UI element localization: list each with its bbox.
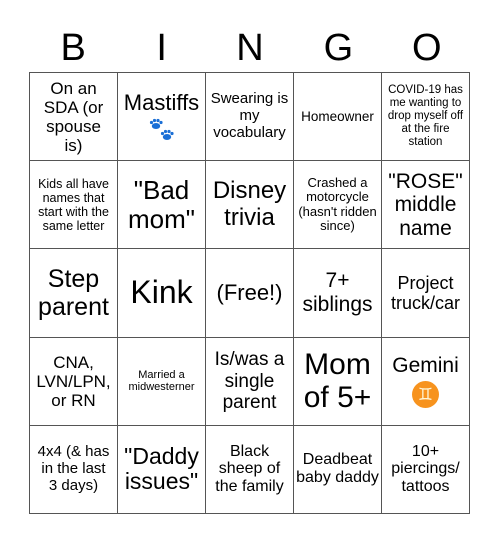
bingo-cell[interactable]: Deadbeat baby daddy: [294, 425, 382, 514]
bingo-cell[interactable]: "Daddy issues": [118, 425, 206, 514]
cell-text: Crashed a motorcycle (hasn't ridden sinc…: [298, 174, 377, 234]
cell-text: Homeowner: [301, 109, 374, 125]
bingo-cell[interactable]: Kids all have names that start with the …: [30, 161, 118, 250]
cell-text: "Daddy issues": [124, 442, 199, 495]
bingo-cell[interactable]: Mom of 5+: [294, 337, 382, 426]
cell-text: (Free!): [216, 279, 283, 305]
cell-text: On an SDA (or spouse is): [43, 78, 104, 155]
cell-text: 7+ siblings: [302, 269, 373, 316]
cell-text: Kids all have names that start with the …: [38, 176, 109, 233]
bingo-cell[interactable]: Project truck/car: [382, 249, 470, 338]
bingo-cell[interactable]: Crashed a motorcycle (hasn't ridden sinc…: [294, 161, 382, 250]
cell-text: Gemini: [392, 353, 459, 377]
bingo-card-grid: On an SDA (or spouse is) Mastiffs Sweari…: [29, 72, 470, 514]
cell-text: Black sheep of the family: [215, 442, 284, 496]
header-letter-b: B: [60, 27, 86, 69]
cell-text: "ROSE" middle name: [388, 169, 463, 240]
bingo-cell[interactable]: Disney trivia: [206, 161, 294, 250]
bingo-cell[interactable]: COVID-19 has me wanting to drop myself o…: [382, 73, 470, 162]
gemini-zodiac-icon: ♊: [412, 381, 439, 409]
cell-text: Married a midwesterner: [128, 368, 195, 394]
free-space-cell[interactable]: (Free!): [206, 249, 294, 338]
bingo-cell[interactable]: Homeowner: [294, 73, 382, 162]
cell-text: Deadbeat baby daddy: [296, 451, 379, 487]
cell-text: "Bad mom": [127, 174, 195, 234]
bingo-cell[interactable]: 7+ siblings: [294, 249, 382, 338]
paw-prints-icon: [149, 118, 174, 140]
bingo-cell[interactable]: Kink: [118, 249, 206, 338]
bingo-cell[interactable]: "ROSE" middle name: [382, 161, 470, 250]
cell-text: Step parent: [38, 264, 109, 321]
header-letter-o: O: [412, 27, 442, 69]
bingo-cell[interactable]: Gemini ♊: [382, 337, 470, 426]
bingo-cell[interactable]: 4x4 (& has in the last 3 days): [30, 425, 118, 514]
bingo-cell[interactable]: "Bad mom": [118, 161, 206, 250]
bingo-cell[interactable]: Swearing is my vocabulary: [206, 73, 294, 162]
cell-text: COVID-19 has me wanting to drop myself o…: [387, 84, 464, 148]
bingo-cell[interactable]: Is/was a single parent: [206, 337, 294, 426]
cell-text: 4x4 (& has in the last 3 days): [37, 443, 110, 494]
bingo-header: B I N G O: [29, 24, 471, 72]
cell-text: Project truck/car: [390, 272, 460, 313]
header-letter-i: I: [156, 27, 167, 69]
bingo-cell[interactable]: On an SDA (or spouse is): [30, 73, 118, 162]
cell-text: 10+ piercings/ tattoos: [391, 442, 460, 496]
cell-text: Is/was a single parent: [214, 349, 285, 413]
bingo-cell[interactable]: Mastiffs: [118, 73, 206, 162]
bingo-cell[interactable]: Married a midwesterner: [118, 337, 206, 426]
bingo-cell[interactable]: Step parent: [30, 249, 118, 338]
header-letter-g: G: [323, 27, 354, 69]
cell-text: Disney trivia: [212, 176, 287, 231]
cell-text: CNA, LVN/LPN, or RN: [36, 352, 111, 410]
bingo-cell[interactable]: CNA, LVN/LPN, or RN: [30, 337, 118, 426]
bingo-cell[interactable]: Black sheep of the family: [206, 425, 294, 514]
cell-text: Kink: [130, 274, 193, 311]
header-letter-n: N: [236, 27, 264, 69]
cell-text: Mastiffs: [123, 90, 200, 116]
cell-text: Swearing is my vocabulary: [210, 90, 289, 141]
cell-text: Mom of 5+: [303, 347, 372, 415]
bingo-cell[interactable]: 10+ piercings/ tattoos: [382, 425, 470, 514]
